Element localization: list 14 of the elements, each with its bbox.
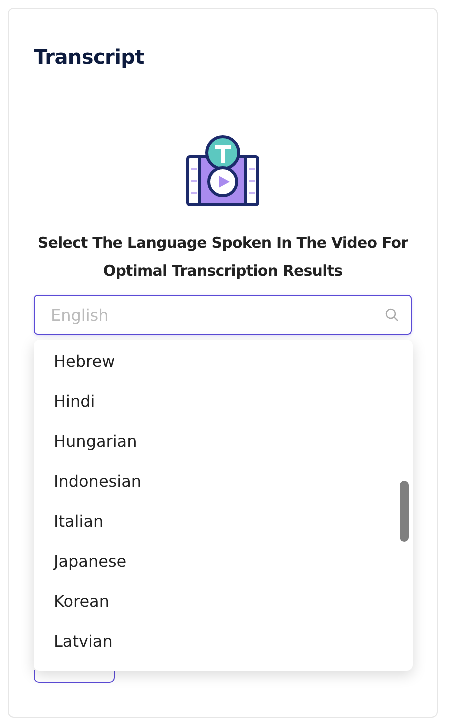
language-option[interactable]: Hindi bbox=[34, 381, 413, 421]
language-option[interactable]: Hungarian bbox=[34, 421, 413, 461]
card-title: Transcript bbox=[34, 45, 146, 69]
language-option[interactable]: Hebrew bbox=[34, 341, 413, 381]
language-prompt: Select The Language Spoken In The Video For Optimal Transcription Results bbox=[36, 233, 410, 282]
search-icon bbox=[385, 308, 399, 322]
scrollbar-thumb[interactable] bbox=[400, 481, 409, 542]
language-option[interactable]: Latvian bbox=[34, 621, 413, 661]
outline-button[interactable] bbox=[34, 670, 115, 683]
language-option[interactable]: Korean bbox=[34, 581, 413, 621]
video-text-icon bbox=[186, 135, 260, 207]
language-option[interactable]: Indonesian bbox=[34, 461, 413, 501]
language-option[interactable]: Italian bbox=[34, 501, 413, 541]
language-option[interactable]: Japanese bbox=[34, 541, 413, 581]
